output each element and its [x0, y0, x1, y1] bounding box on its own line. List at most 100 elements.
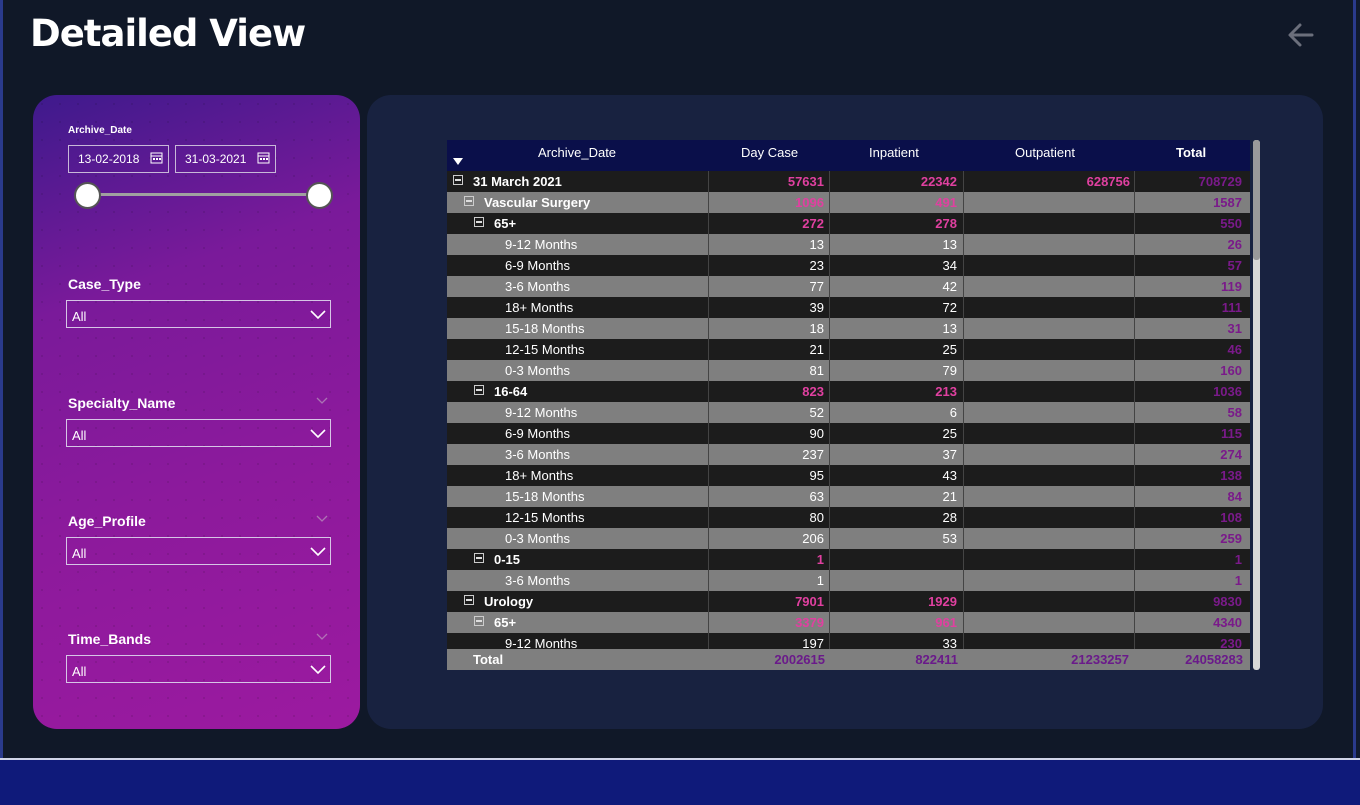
cell-inpatient: 53 [942, 531, 957, 546]
row-label: 65+ [494, 615, 517, 630]
cell-inpatient: 1929 [928, 594, 957, 609]
cell-inpatient: 79 [942, 363, 957, 378]
cell-inpatient: 25 [942, 342, 957, 357]
row-label: 6-9 Months [505, 426, 571, 441]
table-row[interactable]: 6-9 Months 90 25 115 [447, 423, 1250, 444]
start-date-input[interactable]: 13-02-2018 [68, 145, 169, 173]
row-label: 15-18 Months [505, 321, 585, 336]
header-archive-date[interactable]: Archive_Date [538, 145, 616, 160]
cell-inpatient: 278 [935, 216, 957, 231]
table-row[interactable]: 9-12 Months 13 13 26 [447, 234, 1250, 255]
cell-inpatient: 21 [942, 489, 957, 504]
matrix-total-row: Total 2002615 822411 21233257 24058283 [447, 649, 1250, 670]
row-label: 3-6 Months [505, 573, 571, 588]
collapse-icon[interactable] [474, 553, 484, 563]
table-row[interactable]: 31 March 2021 57631 22342 628756 708729 [447, 171, 1250, 192]
matrix-table[interactable]: Archive_Date Day Case Inpatient Outpatie… [447, 140, 1250, 670]
cell-total: 26 [1227, 237, 1242, 252]
table-row[interactable]: 3-6 Months 1 1 [447, 570, 1250, 591]
specialty-name-dropdown[interactable]: All [66, 419, 331, 447]
table-row[interactable]: Urology 7901 1929 9830 [447, 591, 1250, 612]
table-row[interactable]: 15-18 Months 18 13 31 [447, 318, 1250, 339]
cell-inpatient: 34 [942, 258, 957, 273]
table-row[interactable]: 12-15 Months 21 25 46 [447, 339, 1250, 360]
header-day-case[interactable]: Day Case [741, 145, 798, 160]
case-type-dropdown[interactable]: All [66, 300, 331, 328]
table-row[interactable]: 6-9 Months 23 34 57 [447, 255, 1250, 276]
case-type-label: Case_Type [68, 276, 141, 292]
cell-day-case: 1 [816, 552, 824, 567]
back-arrow-icon[interactable] [1284, 18, 1318, 52]
date-range-slider-track[interactable] [87, 193, 319, 196]
header-outpatient[interactable]: Outpatient [1015, 145, 1075, 160]
cell-total: 274 [1220, 447, 1242, 462]
table-row[interactable]: 18+ Months 95 43 138 [447, 465, 1250, 486]
table-row[interactable]: Vascular Surgery 1096 491 1587 [447, 192, 1250, 213]
sort-descending-icon[interactable] [453, 158, 463, 165]
collapse-icon[interactable] [464, 196, 474, 206]
cell-inpatient: 6 [949, 405, 957, 420]
collapse-icon[interactable] [453, 175, 463, 185]
end-date-input[interactable]: 31-03-2021 [175, 145, 276, 173]
row-label: 0-15 [494, 552, 521, 567]
cell-total: 1 [1234, 552, 1242, 567]
cell-day-case: 237 [802, 447, 824, 462]
table-row[interactable]: 3-6 Months 237 37 274 [447, 444, 1250, 465]
cell-day-case: 39 [809, 300, 824, 315]
table-row[interactable]: 9-12 Months 52 6 58 [447, 402, 1250, 423]
row-label: 0-3 Months [505, 531, 571, 546]
age-profile-dropdown[interactable]: All [66, 537, 331, 565]
table-row[interactable]: 16-64 823 213 1036 [447, 381, 1250, 402]
cell-total: 84 [1227, 489, 1242, 504]
cell-inpatient: 43 [942, 468, 957, 483]
end-date-value: 31-03-2021 [185, 152, 247, 166]
row-label: 18+ Months [505, 468, 574, 483]
matrix-panel: Archive_Date Day Case Inpatient Outpatie… [367, 95, 1323, 729]
table-row[interactable]: 65+ 3379 961 4340 [447, 612, 1250, 633]
time-bands-value: All [72, 664, 87, 679]
total-label: Total [473, 652, 504, 667]
header-total[interactable]: Total [1176, 145, 1206, 160]
cell-total: 111 [1221, 300, 1242, 315]
filter-panel: Archive_Date 13-02-2018 31-03-2021 Case_… [33, 95, 360, 729]
cell-total: 4340 [1213, 615, 1242, 630]
table-row[interactable]: 65+ 272 278 550 [447, 213, 1250, 234]
chevron-down-icon[interactable] [316, 515, 328, 523]
table-row[interactable]: 3-6 Months 77 42 119 [447, 276, 1250, 297]
age-profile-value: All [72, 546, 87, 561]
cell-inpatient: 25 [942, 426, 957, 441]
table-row[interactable]: 0-3 Months 81 79 160 [447, 360, 1250, 381]
scrollbar-thumb[interactable] [1253, 140, 1260, 260]
cell-total: 46 [1227, 342, 1242, 357]
row-label: Urology [484, 594, 534, 609]
cell-day-case: 57631 [787, 174, 824, 189]
table-row[interactable]: 0-3 Months 206 53 259 [447, 528, 1250, 549]
row-label: 3-6 Months [505, 279, 571, 294]
calendar-icon[interactable] [257, 151, 270, 164]
cell-total: 1 [1234, 573, 1242, 588]
chevron-down-icon[interactable] [316, 633, 328, 641]
cell-day-case: 3379 [795, 615, 824, 630]
chevron-down-icon[interactable] [316, 397, 328, 405]
row-label: 6-9 Months [505, 258, 571, 273]
cell-day-case: 18 [809, 321, 824, 336]
header-inpatient[interactable]: Inpatient [869, 145, 919, 160]
date-slider-end-handle[interactable] [306, 182, 333, 209]
table-row[interactable]: 15-18 Months 63 21 84 [447, 486, 1250, 507]
calendar-icon[interactable] [150, 151, 163, 164]
collapse-icon[interactable] [474, 385, 484, 395]
time-bands-dropdown[interactable]: All [66, 655, 331, 683]
cell-day-case: 63 [809, 489, 824, 504]
matrix-scrollbar[interactable] [1253, 140, 1260, 670]
cell-total: 708729 [1198, 174, 1242, 189]
table-row[interactable]: 18+ Months 39 72 111 [447, 297, 1250, 318]
table-row[interactable]: 12-15 Months 80 28 108 [447, 507, 1250, 528]
cell-total: 58 [1227, 405, 1242, 420]
collapse-icon[interactable] [474, 616, 484, 626]
cell-total: 57 [1227, 258, 1242, 273]
table-row[interactable]: 0-15 1 1 [447, 549, 1250, 570]
date-slider-start-handle[interactable] [74, 182, 101, 209]
collapse-icon[interactable] [464, 595, 474, 605]
collapse-icon[interactable] [474, 217, 484, 227]
time-bands-label: Time_Bands [68, 631, 151, 647]
